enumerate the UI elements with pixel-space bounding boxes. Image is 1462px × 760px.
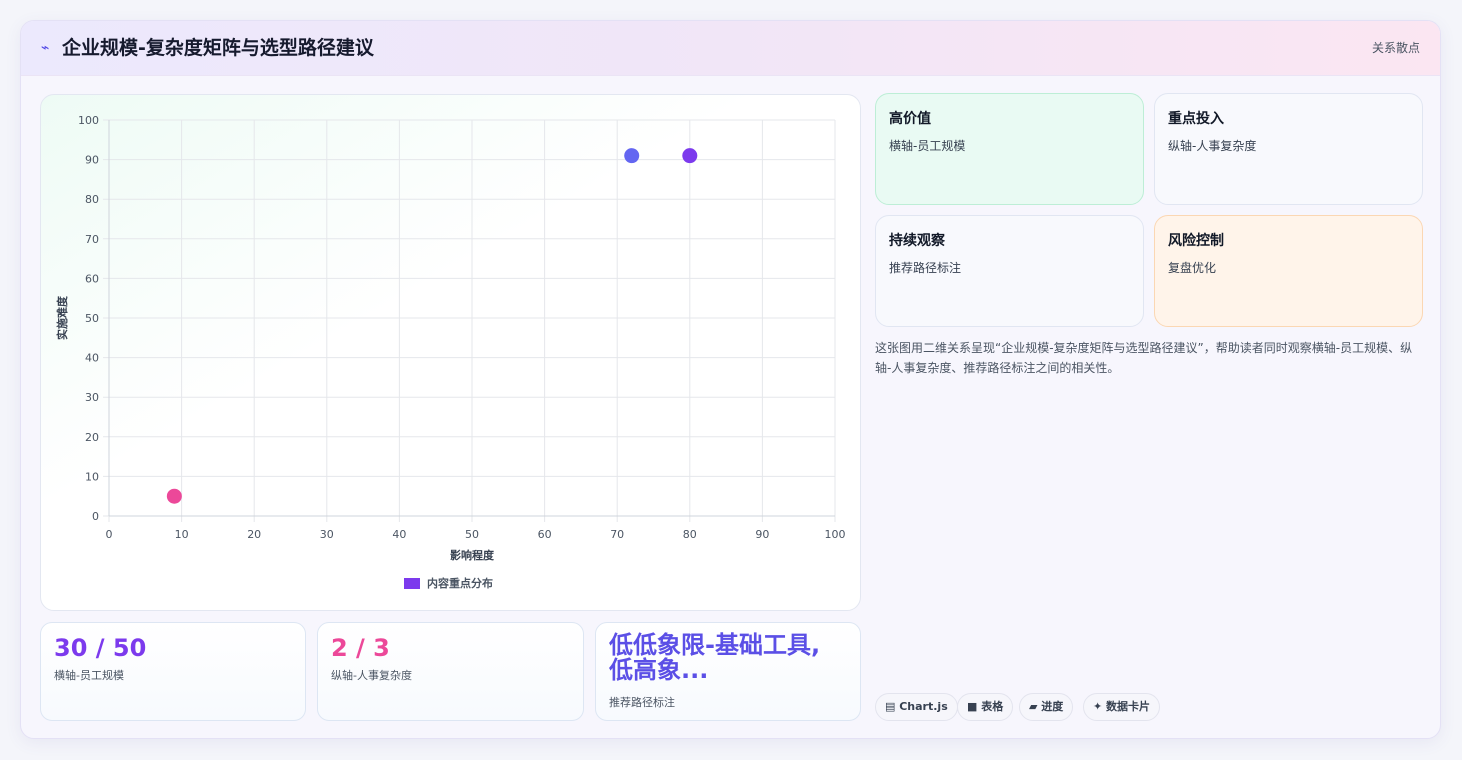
x-axis-title: 影响程度 — [450, 548, 495, 562]
stat-card-path: 低低象限-基础工具, 低高象... 推荐路径标注 — [595, 622, 861, 721]
pill-data-card[interactable]: ✦ 数据卡片 — [1083, 693, 1161, 721]
quadrant-subtitle: 复盘优化 — [1168, 261, 1217, 275]
scatter-point — [624, 148, 640, 164]
y-tick-label: 0 — [92, 510, 99, 523]
quadrant-subtitle: 横轴-员工规模 — [889, 139, 966, 153]
stat-value: 低低象限-基础工具, 低高象... — [609, 631, 821, 684]
stat-value: 30 / 50 — [54, 634, 147, 662]
quadrant-card-risk: 风险控制 复盘优化 — [1154, 215, 1423, 327]
x-tick-label: 100 — [825, 528, 846, 541]
y-tick-label: 100 — [78, 114, 99, 127]
y-tick-label: 80 — [85, 193, 99, 206]
stat-label: 横轴-员工规模 — [54, 669, 124, 682]
x-tick-label: 10 — [175, 528, 189, 541]
y-tick-label: 10 — [85, 470, 99, 483]
quadrant-card-observe: 持续观察 推荐路径标注 — [875, 215, 1144, 327]
stat-label: 推荐路径标注 — [609, 696, 675, 709]
page-title: 企业规模-复杂度矩阵与选型路径建议 — [62, 37, 374, 59]
stat-card-y: 2 / 3 纵轴-人事复杂度 — [317, 622, 584, 721]
x-tick-label: 40 — [392, 528, 406, 541]
x-tick-label: 50 — [465, 528, 479, 541]
y-tick-label: 40 — [85, 352, 99, 365]
chart-icon: ▤ — [885, 700, 900, 713]
x-tick-label: 80 — [683, 528, 697, 541]
quadrant-title: 持续观察 — [889, 233, 945, 249]
scatter-point — [166, 488, 182, 504]
scatter-chart: 0 10 20 30 40 50 60 70 80 90 100 0 10 20 30 40 50 60 70 80 9… — [55, 114, 846, 590]
bolt-icon: ⌁ — [41, 40, 50, 56]
y-tick-label: 90 — [85, 154, 99, 167]
y-tick-label: 60 — [85, 272, 99, 285]
x-tick-label: 90 — [755, 528, 769, 541]
stat-card-x: 30 / 50 横轴-员工规模 — [40, 622, 306, 721]
quadrant-card-high-value: 高价值 横轴-员工规模 — [875, 93, 1144, 205]
y-tick-label: 20 — [85, 431, 99, 444]
x-tick-label: 70 — [610, 528, 624, 541]
quadrant-subtitle: 纵轴-人事复杂度 — [1168, 139, 1257, 153]
quadrant-title: 风险控制 — [1168, 233, 1224, 249]
chart-type-tag: 关系散点 — [1371, 41, 1420, 55]
legend-label: 内容重点分布 — [427, 576, 493, 590]
y-tick-label: 70 — [85, 233, 99, 246]
quadrant-card-focus: 重点投入 纵轴-人事复杂度 — [1154, 93, 1423, 205]
stat-label: 纵轴-人事复杂度 — [331, 669, 412, 682]
x-tick-label: 60 — [538, 528, 552, 541]
scatter-chart-panel: 0 10 20 30 40 50 60 70 80 90 100 0 10 20 30 40 50 60 70 80 9… — [40, 94, 861, 611]
legend-swatch — [404, 578, 420, 589]
y-tick-label: 50 — [85, 312, 99, 325]
card-header: ⌁ 企业规模-复杂度矩阵与选型路径建议 关系散点 — [21, 21, 1440, 76]
x-tick-label: 30 — [320, 528, 334, 541]
progress-icon: ▰ — [1029, 700, 1042, 713]
pill-progress[interactable]: ▰ 进度 — [1019, 693, 1074, 721]
chart-description: 这张图用二维关系呈现“企业规模-复杂度矩阵与选型路径建议”，帮助读者同时观察横轴… — [875, 341, 1413, 375]
quadrant-title: 高价值 — [889, 111, 931, 127]
dashboard-card: ⌁ 企业规模-复杂度矩阵与选型路径建议 关系散点 0 10 20 30 40 50 60 70… — [20, 20, 1441, 739]
pill-chartjs[interactable]: ▤ Chart.js — [875, 693, 958, 721]
y-axis-title: 实施难度 — [55, 295, 69, 340]
table-icon: ■ — [967, 700, 982, 713]
x-tick-label: 20 — [247, 528, 261, 541]
x-tick-label: 0 — [106, 528, 113, 541]
scatter-point — [682, 148, 698, 164]
pill-table[interactable]: ■ 表格 — [957, 693, 1014, 721]
quadrant-title: 重点投入 — [1168, 111, 1224, 127]
quadrant-subtitle: 推荐路径标注 — [889, 261, 962, 275]
y-tick-label: 30 — [85, 391, 99, 404]
stat-value: 2 / 3 — [331, 634, 390, 662]
sparkle-icon: ✦ — [1093, 700, 1107, 713]
